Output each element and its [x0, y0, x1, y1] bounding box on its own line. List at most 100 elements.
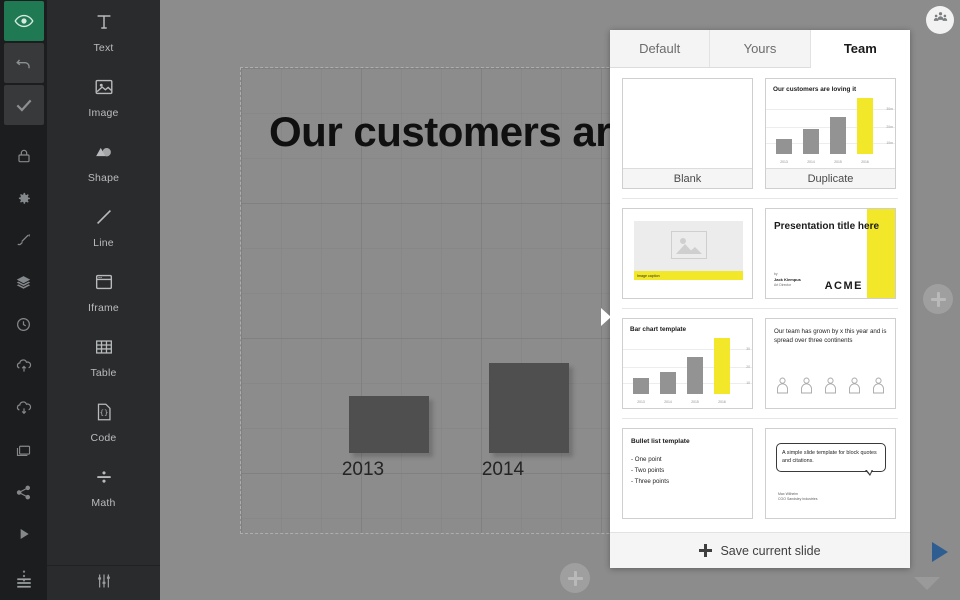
gear-icon: [15, 190, 32, 207]
add-slide-bottom-button[interactable]: [560, 563, 590, 593]
add-slide-right-button[interactable]: [923, 284, 953, 314]
thumb-x-label: 2016: [861, 160, 869, 164]
template-row: Blank Our customers are loving it 2013 20…: [622, 78, 898, 189]
adjustments-button[interactable]: [47, 565, 160, 600]
template-bar-chart[interactable]: Bar chart template 2013 2014 2015 2016 30 20…: [622, 318, 753, 409]
thumb-x-label: 2015: [691, 400, 699, 404]
cloud-download-icon: [15, 399, 33, 417]
rail-item-share[interactable]: [4, 472, 44, 512]
row-divider: [622, 308, 898, 309]
tab-team[interactable]: Team: [810, 30, 910, 68]
rail-item-preview-eye[interactable]: [3, 1, 44, 41]
thumb-title: Bullet list template: [631, 438, 690, 445]
thumb-bar: [633, 378, 649, 394]
layers-icon: [15, 274, 32, 291]
thumb-y-label: 10: [746, 381, 750, 385]
template-thumb-bar-chart: Bar chart template 2013 2014 2015 2016 30 20…: [623, 319, 752, 408]
thumb-image-caption-bar: Image caption: [634, 271, 743, 280]
table-icon: [93, 336, 115, 363]
tool-math[interactable]: Math: [47, 455, 160, 520]
line-icon: [93, 206, 115, 233]
eye-icon: [13, 11, 34, 31]
rail-item-slides[interactable]: [4, 430, 44, 470]
rail-item-upload[interactable]: [4, 346, 44, 386]
quote-tail-inner-icon: [866, 469, 872, 475]
template-thumb-image-caption: Image caption: [623, 209, 752, 298]
hamburger-icon: [15, 576, 33, 590]
template-quote-slide[interactable]: A simple slide template for block quotes…: [765, 428, 896, 519]
tab-yours[interactable]: Yours: [710, 30, 811, 68]
template-image-caption[interactable]: Image caption: [622, 208, 753, 299]
tool-image[interactable]: Image: [47, 65, 160, 130]
thumb-attribution: Max Wilhelm COO Sandsley Industries: [778, 492, 818, 503]
template-title-slide[interactable]: Presentation title here by Jack Klempus …: [765, 208, 896, 299]
sliders-icon: [95, 573, 113, 594]
thumb-title: Bar chart template: [630, 326, 687, 333]
thumb-y-label: 20: [746, 365, 750, 369]
slide-bar[interactable]: [489, 363, 569, 453]
thumb-quote-bubble: A simple slide template for block quotes…: [776, 443, 886, 477]
template-panel-tabs: Default Yours Team: [610, 30, 910, 68]
scroll-hint-chevron-icon: [914, 577, 940, 590]
template-duplicate[interactable]: Our customers are loving it 2013 2014 2015…: [765, 78, 896, 189]
template-caption: Duplicate: [766, 168, 895, 188]
rail-item-history[interactable]: [4, 304, 44, 344]
tool-label: Line: [93, 237, 114, 249]
save-current-slide-button[interactable]: Save current slide: [610, 532, 910, 568]
tab-default[interactable]: Default: [610, 30, 711, 68]
tool-shape[interactable]: Shape: [47, 130, 160, 195]
person-icon: [849, 377, 860, 394]
lock-icon: [16, 148, 32, 164]
person-icon: [873, 377, 884, 394]
svg-text:{}: {}: [99, 408, 108, 417]
tool-label: Text: [93, 42, 114, 54]
thumb-x-label: 2016: [718, 400, 726, 404]
avatar[interactable]: [926, 6, 954, 34]
people-icon: [933, 10, 948, 30]
slide-bar[interactable]: [349, 396, 429, 453]
rail-item-confirm[interactable]: [3, 85, 44, 125]
left-icon-rail: [0, 0, 47, 600]
thumb-people-row: [776, 377, 885, 394]
thumb-byline: by Jack Klempus Art Director: [774, 272, 801, 288]
code-icon: {}: [93, 401, 115, 428]
undo-icon: [14, 54, 33, 73]
slide-title[interactable]: Our customers are: [269, 108, 635, 156]
template-list[interactable]: Blank Our customers are loving it 2013 20…: [610, 68, 910, 532]
template-thumb-duplicate: Our customers are loving it 2013 2014 2015…: [766, 79, 895, 168]
tool-code[interactable]: {} Code: [47, 390, 160, 455]
row-divider: [622, 198, 898, 199]
rail-menu-button[interactable]: [0, 565, 47, 600]
tool-text[interactable]: Text: [47, 0, 160, 65]
rail-item-download[interactable]: [4, 388, 44, 428]
rail-item-lock[interactable]: [4, 136, 44, 176]
template-team-slide[interactable]: Our team has grown by x this year and is…: [765, 318, 896, 409]
tool-line[interactable]: Line: [47, 195, 160, 260]
thumb-x-label: 2014: [664, 400, 672, 404]
thumb-bar: [776, 139, 792, 154]
rail-item-present[interactable]: [4, 514, 44, 554]
play-icon: [16, 526, 32, 542]
thumb-gridline: [766, 109, 895, 110]
image-icon: [93, 76, 115, 103]
rail-item-layers[interactable]: [4, 262, 44, 302]
thumb-bar: [830, 117, 846, 154]
rail-item-brush[interactable]: [4, 220, 44, 260]
thumb-bar: [803, 129, 819, 154]
thumb-bar: [714, 338, 730, 394]
rail-item-undo[interactable]: [3, 43, 44, 83]
shape-icon: [92, 141, 115, 168]
quote-text: A simple slide template for block quotes…: [782, 450, 877, 465]
tool-iframe[interactable]: Iframe: [47, 260, 160, 325]
template-blank[interactable]: Blank: [622, 78, 753, 189]
template-thumb-title-slide: Presentation title here by Jack Klempus …: [766, 209, 895, 298]
bullet-item: - One point: [631, 456, 662, 463]
present-play-button[interactable]: [932, 542, 948, 562]
thumb-title: Presentation title here: [774, 221, 880, 232]
rail-item-settings[interactable]: [4, 178, 44, 218]
template-row: Image caption Presentation title here by…: [622, 208, 898, 299]
template-bullet-list[interactable]: Bullet list template - One point - Two p…: [622, 428, 753, 519]
tool-table[interactable]: Table: [47, 325, 160, 390]
thumb-title: Our customers are loving it: [773, 86, 857, 93]
person-icon: [825, 377, 836, 394]
